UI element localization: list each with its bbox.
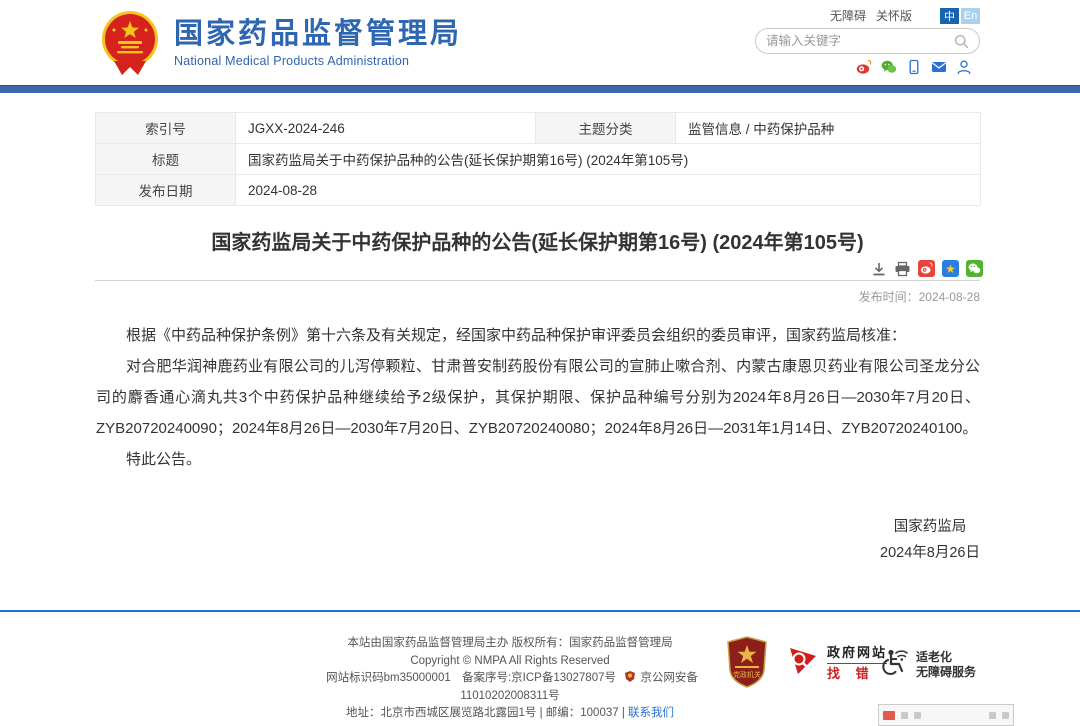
widget-item (914, 712, 921, 719)
contact-us-link[interactable]: 联系我们 (628, 707, 674, 719)
site-title-block: 国家药品监督管理局 National Medical Products Admi… (174, 17, 462, 68)
icp-number[interactable]: 备案序号:京ICP备13027807号 (462, 672, 616, 684)
search-box (755, 28, 980, 54)
partial-bottom-widget[interactable] (878, 704, 1014, 726)
police-badge-icon (625, 671, 635, 682)
user-icon[interactable] (956, 59, 972, 75)
signature-date: 2024年8月26日 (880, 540, 980, 566)
wechat-icon[interactable] (881, 59, 897, 75)
table-row: 索引号 JGXX-2024-246 主题分类 监管信息 / 中药保护品种 (96, 113, 981, 144)
widget-item (901, 712, 908, 719)
article-title: 国家药监局关于中药保护品种的公告(延长保护期第16号) (2024年第105号) (95, 226, 980, 255)
title-value: 国家药监局关于中药保护品种的公告(延长保护期第16号) (2024年第105号) (236, 144, 981, 175)
elder-accessibility-badge[interactable]: 适老化 无障碍服务 (878, 646, 976, 683)
footer-line-copyright: Copyright © NMPA All Rights Reserved (280, 653, 740, 671)
print-icon[interactable] (894, 260, 911, 277)
document-info-table: 索引号 JGXX-2024-246 主题分类 监管信息 / 中药保护品种 标题 … (95, 112, 981, 206)
share-wechat-icon[interactable] (966, 260, 983, 277)
footer-text-block: 本站由国家药品监督管理局主办 版权所有：国家药品监督管理局 Copyright … (280, 635, 740, 723)
site-footer: 本站由国家药品监督管理局主办 版权所有：国家药品监督管理局 Copyright … (0, 610, 1080, 716)
national-emblem-logo (100, 9, 160, 77)
index-number-value: JGXX-2024-246 (236, 113, 536, 144)
email-icon[interactable] (931, 59, 947, 75)
title-label: 标题 (96, 144, 236, 175)
share-weibo-icon[interactable] (918, 260, 935, 277)
shield-badge-label: 党政机关 (726, 670, 768, 680)
index-number-label: 索引号 (96, 113, 236, 144)
title-divider (95, 280, 980, 281)
table-row: 发布日期 2024-08-28 (96, 175, 981, 206)
accessibility-link[interactable]: 无障碍 (830, 7, 866, 24)
wheelchair-wifi-icon (878, 646, 910, 683)
footer-line-host: 本站由国家药品监督管理局主办 版权所有：国家药品监督管理局 (280, 635, 740, 653)
site-title: 国家药品监督管理局 (174, 17, 462, 51)
address-text: 地址：北京市西城区展览路北露园1号 | 邮编：100037 | (346, 707, 625, 719)
site-header: 国家药品监督管理局 National Medical Products Admi… (0, 0, 1080, 85)
topic-category-value: 监管信息 / 中药保护品种 (676, 113, 981, 144)
party-gov-shield-badge[interactable]: 党政机关 (726, 636, 768, 688)
article-toolbar: ★ (870, 260, 983, 277)
social-icons-row (856, 59, 972, 75)
main-nav-bar (0, 85, 1080, 93)
signature-org: 国家药监局 (880, 514, 980, 540)
article-body: 根据《中药品种保护条例》第十六条及有关规定，经国家中药品种保护审评委员会组织的委… (96, 320, 980, 475)
lang-en-button[interactable]: En (961, 8, 980, 24)
publish-time: 发布时间：2024-08-28 (859, 288, 980, 305)
gov-site-error-badge[interactable]: 政府网站 找 错 (786, 644, 887, 683)
care-version-link[interactable]: 关怀版 (876, 7, 912, 24)
paragraph: 特此公告。 (96, 444, 980, 475)
article-signature: 国家药监局 2024年8月26日 (880, 514, 980, 566)
language-toggle: 中 En (940, 8, 980, 24)
top-utility-links: 无障碍 关怀版 中 En (830, 7, 980, 24)
publish-date-label: 发布日期 (96, 175, 236, 206)
elder-accessibility-text: 适老化 无障碍服务 (916, 650, 976, 680)
lang-zh-button[interactable]: 中 (940, 8, 959, 24)
footer-line-registration: 网站标识码bm35000001 备案序号:京ICP备13027807号 京公网安… (280, 670, 740, 705)
search-icon[interactable] (954, 34, 969, 49)
mobile-icon[interactable] (906, 59, 922, 75)
table-row: 标题 国家药监局关于中药保护品种的公告(延长保护期第16号) (2024年第10… (96, 144, 981, 175)
page: 国家药品监督管理局 National Medical Products Admi… (0, 0, 1080, 716)
paragraph: 根据《中药品种保护条例》第十六条及有关规定，经国家中药品种保护审评委员会组织的委… (96, 320, 980, 351)
paragraph: 对合肥华润神鹿药业有限公司的儿泻停颗粒、甘肃普安制药股份有限公司的宣肺止嗽合剂、… (96, 351, 980, 444)
elder-label-line1: 适老化 (916, 650, 976, 665)
widget-red-icon (883, 711, 895, 720)
find-error-icon (786, 644, 820, 683)
site-id-code: 网站标识码bm35000001 (326, 672, 451, 684)
site-subtitle: National Medical Products Administration (174, 54, 462, 68)
widget-item (1002, 712, 1009, 719)
weibo-icon[interactable] (856, 59, 872, 75)
widget-item (989, 712, 996, 719)
topic-category-label: 主题分类 (536, 113, 676, 144)
share-qzone-icon[interactable]: ★ (942, 260, 959, 277)
footer-line-address: 地址：北京市西城区展览路北露园1号 | 邮编：100037 | 联系我们 (280, 705, 740, 723)
download-icon[interactable] (870, 260, 887, 277)
search-input[interactable] (766, 34, 954, 48)
publish-date-value: 2024-08-28 (236, 175, 981, 206)
elder-label-line2: 无障碍服务 (916, 665, 976, 680)
